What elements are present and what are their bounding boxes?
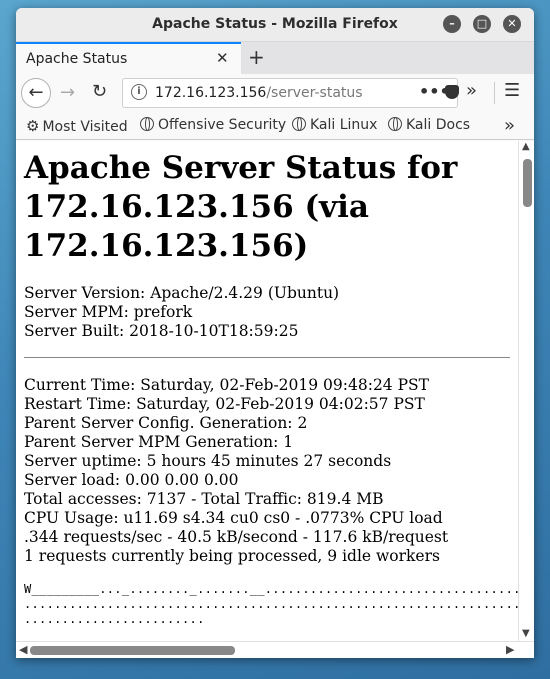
vertical-scrollbar[interactable]: ▲ ▼ [518,141,534,641]
bookmark-kali-docs[interactable]: Kali Docs [388,117,470,133]
tab-apache-status[interactable]: Apache Status ✕ [16,42,241,74]
bookmarks-overflow-button[interactable]: » [504,115,515,136]
bookmark-most-visited[interactable]: ⚙ Most Visited [26,117,128,135]
url-path: /server-status [266,85,363,101]
toolbar-separator [494,82,495,104]
mpm-generation: Parent Server MPM Generation: 1 [24,433,294,451]
bookmark-label: Offensive Security [158,117,287,133]
browser-window: Apache Status - Mozilla Firefox – □ ✕ Ap… [16,8,534,658]
scroll-up-icon[interactable]: ▲ [522,141,530,152]
server-mpm: Server MPM: prefork [24,303,193,321]
scoreboard-line: ........................ [24,612,205,626]
bookmark-label: Kali Docs [406,117,471,133]
page-content: Apache Server Status for 172.16.123.156 … [16,141,518,641]
bookmark-label: Most Visited [42,119,128,135]
navigation-toolbar: ← → ↻ i 172.16.123.156/server-status •••… [16,74,534,112]
minimize-button[interactable]: – [443,15,461,33]
scroll-left-icon[interactable]: ◀ [19,643,27,656]
maximize-button[interactable]: □ [473,15,491,33]
scroll-right-icon[interactable]: ▶ [506,643,514,656]
tab-label: Apache Status [26,51,128,67]
config-generation: Parent Server Config. Generation: 2 [24,414,308,432]
server-version: Server Version: Apache/2.4.29 (Ubuntu) [24,284,340,302]
restart-time: Restart Time: Saturday, 02-Feb-2019 04:0… [24,395,425,413]
horizontal-scroll-thumb[interactable] [30,646,235,655]
bookmarks-toolbar: ⚙ Most Visited Offensive Security Kali Li… [16,112,534,140]
pocket-icon[interactable] [445,85,459,99]
bookmark-label: Kali Linux [310,117,378,133]
total-accesses: Total accesses: 7137 - Total Traffic: 81… [24,490,384,508]
horizontal-scrollbar[interactable]: ◀ ▶ [16,641,534,658]
forward-button[interactable]: → [60,82,75,103]
server-load: Server load: 0.00 0.00 0.00 [24,471,239,489]
toolbar-overflow-button[interactable]: » [466,80,477,101]
server-info: Server Version: Apache/2.4.29 (Ubuntu) S… [24,284,510,341]
url-host: 172.16.123.156 [155,85,267,101]
title-bar: Apache Status - Mozilla Firefox – □ ✕ [16,8,534,42]
menu-button[interactable]: ☰ [504,80,520,101]
close-tab-icon[interactable]: ✕ [216,49,229,67]
tab-bar: Apache Status ✕ + [16,42,534,74]
globe-icon [292,117,306,131]
url-text[interactable]: 172.16.123.156/server-status [155,85,363,101]
cpu-usage: CPU Usage: u11.69 s4.34 cu0 cs0 - .0773%… [24,509,443,527]
scoreboard: W_________..._........_.......__........… [24,582,518,627]
status-details: Current Time: Saturday, 02-Feb-2019 09:4… [24,376,510,566]
bookmark-kali-linux[interactable]: Kali Linux [292,117,377,133]
current-time: Current Time: Saturday, 02-Feb-2019 09:4… [24,376,429,394]
back-button[interactable]: ← [21,78,51,108]
vertical-scroll-thumb[interactable] [523,159,532,207]
scroll-down-icon[interactable]: ▼ [522,628,530,639]
server-uptime: Server uptime: 5 hours 45 minutes 27 sec… [24,452,392,470]
worker-status: 1 requests currently being processed, 9 … [24,547,440,565]
divider [24,357,510,358]
reload-button[interactable]: ↻ [92,81,107,102]
gear-icon: ⚙ [26,117,40,135]
globe-icon [388,117,402,131]
scoreboard-line: W_________..._........_.......__........… [24,582,518,596]
globe-icon [140,117,154,131]
url-bar[interactable]: i 172.16.123.156/server-status ••• [122,78,459,108]
close-window-button[interactable]: ✕ [503,15,521,33]
new-tab-button[interactable]: + [248,45,265,69]
request-rate: .344 requests/sec - 40.5 kB/second - 117… [24,528,449,546]
info-icon[interactable]: i [131,84,147,100]
scoreboard-line: ........................................… [24,597,518,611]
page-title: Apache Server Status for 172.16.123.156 … [24,150,458,264]
bookmark-offensive-security[interactable]: Offensive Security [140,117,286,133]
server-built: Server Built: 2018-10-10T18:59:25 [24,322,299,340]
